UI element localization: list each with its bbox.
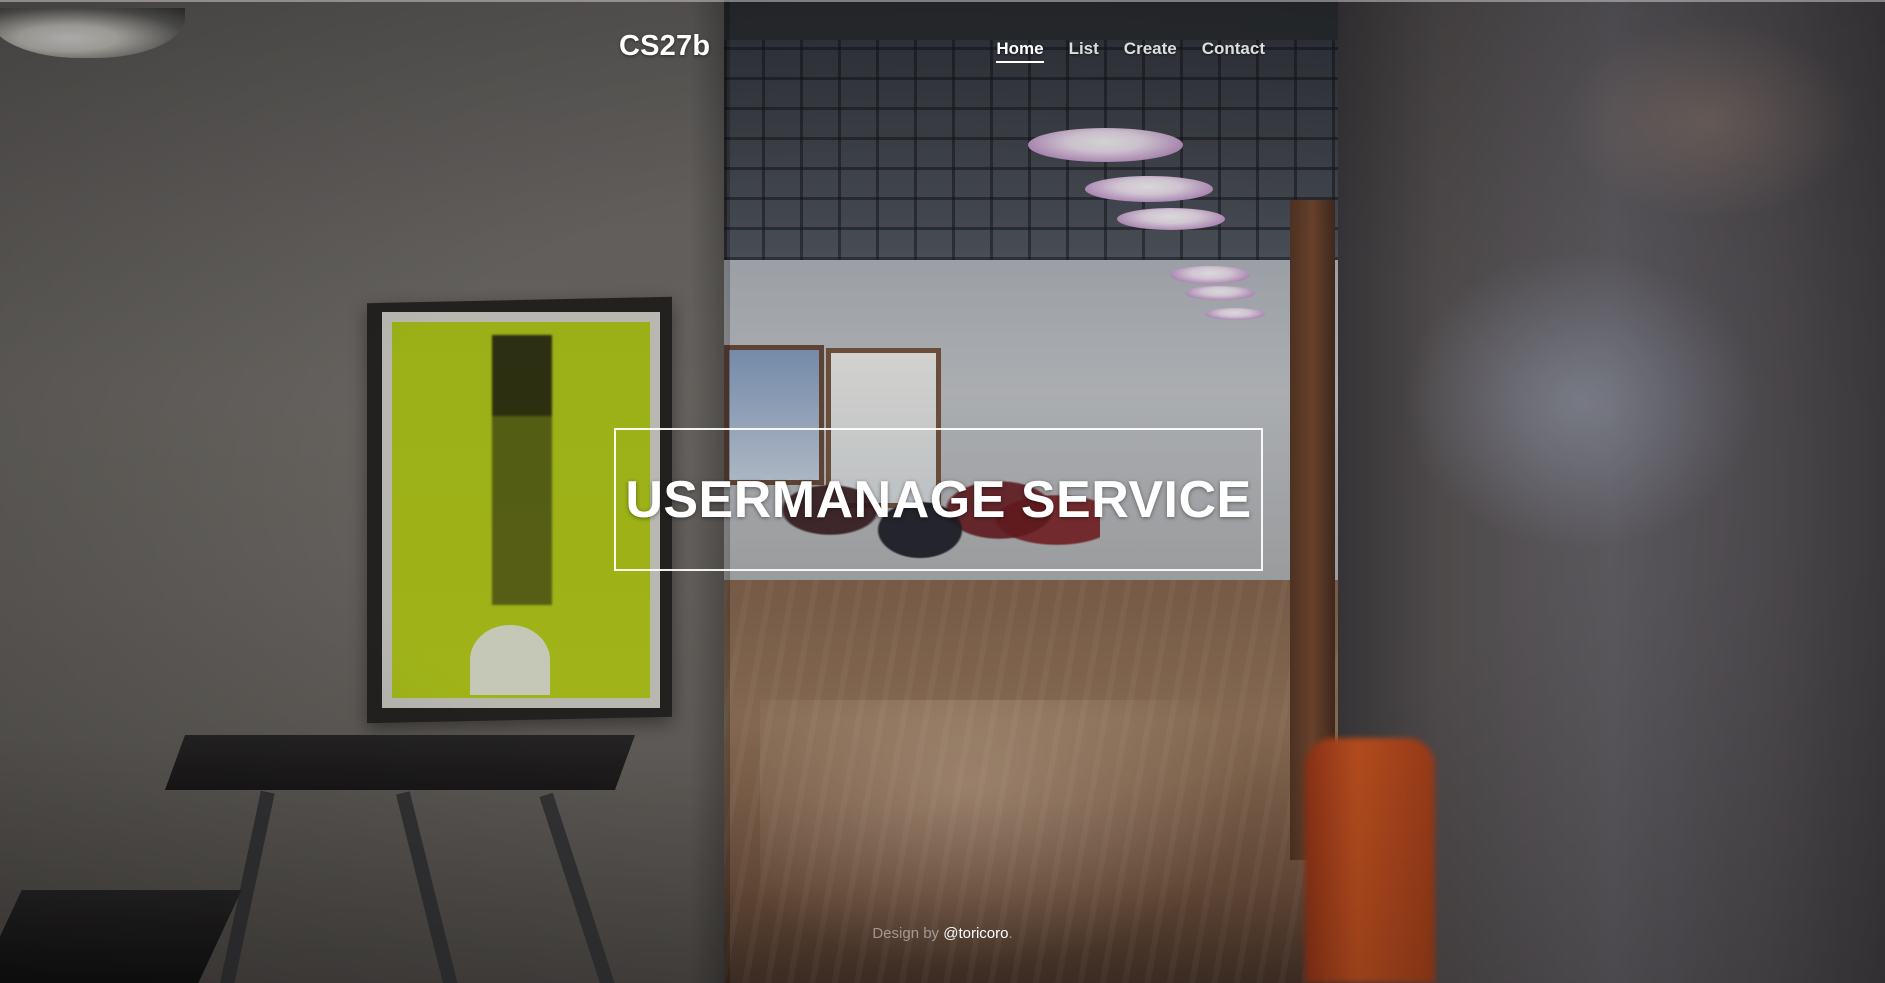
footer-author-link[interactable]: @toricoro [943,925,1008,942]
footer-prefix: Design by [872,925,944,942]
nav-home-link[interactable]: Home [996,39,1044,63]
brand-logo[interactable]: CS27b [619,30,710,63]
page-viewport: CS27b Home List Create Contact USERMANAG… [0,0,1885,983]
nav-contact-link[interactable]: Contact [1202,39,1265,63]
footer: Design by @toricoro. [0,925,1885,942]
nav-create-link[interactable]: Create [1124,39,1177,63]
masthead: CS27b Home List Create Contact [619,30,1265,70]
footer-suffix: . [1008,925,1013,942]
hero-title-box: USERMANAGE SERVICE [614,428,1263,571]
nav-list-link[interactable]: List [1069,39,1099,63]
hero-title: USERMANAGE SERVICE [625,470,1252,529]
top-border-line [0,0,1885,2]
main-nav: Home List Create Contact [996,39,1265,63]
